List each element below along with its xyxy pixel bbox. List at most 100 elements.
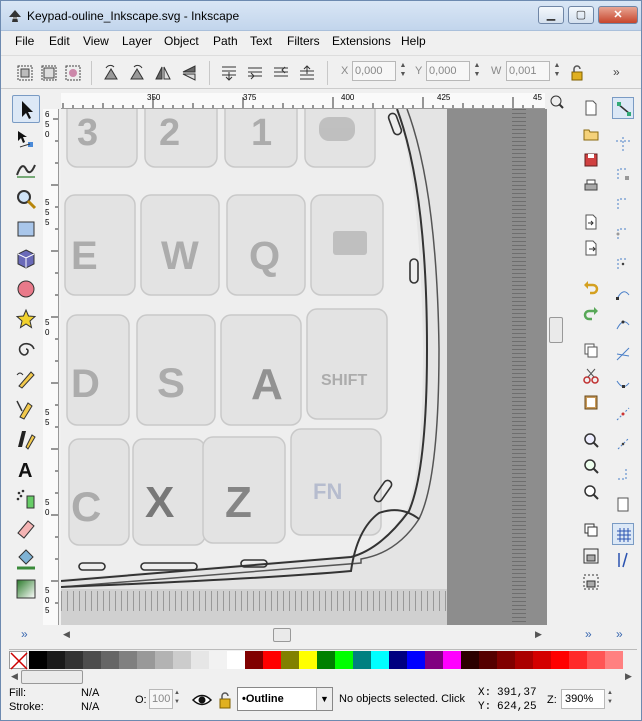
minimize-button[interactable]: ▁ [538,6,564,24]
x-coordinate-spinner[interactable]: ▲ ▼ [397,61,409,81]
drawing-canvas[interactable]: 3 2 1 E W Q D S A SHIFT C X Z FN [61,109,547,625]
menu-path[interactable]: Path [213,34,238,48]
menu-text[interactable]: Text [250,34,272,48]
color-swatch[interactable] [47,651,65,669]
color-swatch[interactable] [209,651,227,669]
color-swatch[interactable] [281,651,299,669]
menu-edit[interactable]: Edit [49,34,70,48]
toggle-visibility-button[interactable] [191,689,213,711]
color-swatch[interactable] [461,651,479,669]
scroll-left-arrow[interactable]: ◀ [63,629,70,640]
color-swatch[interactable] [155,651,173,669]
copy-button[interactable] [580,339,602,361]
duplicate-button[interactable] [580,519,602,541]
fill-value[interactable]: N/A [81,687,99,699]
star-tool[interactable] [12,305,40,333]
pen-tool[interactable] [12,395,40,423]
snap-overflow-button[interactable]: » [616,627,623,641]
snap-bbox-center-button[interactable] [612,253,634,275]
color-swatch[interactable] [425,651,443,669]
stroke-value[interactable]: N/A [81,701,99,713]
horizontal-scroll-thumb[interactable] [273,628,291,642]
spray-tool[interactable] [12,485,40,513]
title-bar[interactable]: Keypad-ouline_Inkscape.svg - Inkscape ▁ … [1,1,641,31]
color-swatch[interactable] [515,651,533,669]
snap-bbox-edge-button[interactable] [612,163,634,185]
snap-intersection-button[interactable] [612,343,634,365]
zoom-page-button[interactable] [580,481,602,503]
calligraphy-tool[interactable] [12,425,40,453]
vertical-scrollbar[interactable] [548,111,564,625]
redo-button[interactable] [580,301,602,323]
color-swatch[interactable] [83,651,101,669]
flip-horizontal-button[interactable] [153,63,173,83]
color-swatch[interactable] [299,651,317,669]
snap-bbox-button[interactable] [612,133,634,155]
zoom-tool[interactable] [12,185,40,213]
color-swatch[interactable] [479,651,497,669]
new-document-button[interactable] [580,97,602,119]
lower-button[interactable] [245,63,265,83]
snap-bbox-corner-button[interactable] [612,193,634,215]
flip-vertical-button[interactable] [179,63,199,83]
snap-midpoints-button[interactable] [612,403,634,425]
rotate-ccw-button[interactable] [101,63,121,83]
toolbox-overflow-button[interactable]: » [21,627,28,641]
ellipse-tool[interactable] [12,275,40,303]
palette-scroll-left[interactable]: ◀ [11,671,18,682]
layer-selector[interactable]: •Outline ▼ [237,687,333,711]
zoom-selection-button[interactable] [580,429,602,451]
tweak-tool[interactable] [12,155,40,183]
y-coordinate-input[interactable]: 0,000 [426,61,470,81]
print-button[interactable] [580,175,602,197]
color-swatch[interactable] [137,651,155,669]
export-button[interactable] [580,237,602,259]
selector-tool[interactable] [12,95,40,123]
opacity-input[interactable]: 100 [149,689,173,709]
paint-bucket-tool[interactable] [12,545,40,573]
zoom-input[interactable]: 390% [561,689,605,709]
color-swatch[interactable] [443,651,461,669]
opacity-spinner[interactable]: ▲ ▼ [174,689,184,709]
vertical-scroll-thumb[interactable] [549,317,563,343]
x-coordinate-input[interactable]: 0,000 [352,61,396,81]
palette-scrollbar[interactable]: ◀ ▶ [9,669,637,685]
menu-view[interactable]: View [83,34,109,48]
snap-nodes-button[interactable] [612,283,634,305]
width-spinner[interactable]: ▲ ▼ [551,61,563,81]
import-button[interactable] [580,211,602,233]
eraser-tool[interactable] [12,515,40,543]
color-swatch[interactable] [551,651,569,669]
lower-to-bottom-button[interactable] [219,63,239,83]
ungroup-button[interactable] [580,571,602,593]
color-swatch[interactable] [119,651,137,669]
color-swatch[interactable] [263,651,281,669]
snap-smooth-nodes-button[interactable] [612,373,634,395]
menu-extensions[interactable]: Extensions [332,34,391,48]
palette-scroll-thumb[interactable] [21,670,83,684]
text-tool[interactable]: A [12,455,40,483]
color-swatch[interactable] [245,651,263,669]
scroll-right-arrow[interactable]: ▶ [535,629,542,640]
menu-file[interactable]: File [15,34,34,48]
commands-overflow-button[interactable]: » [585,627,592,641]
color-swatch[interactable] [29,651,47,669]
snap-bbox-midpoint-button[interactable] [612,223,634,245]
paste-button[interactable] [580,391,602,413]
color-swatch[interactable] [191,651,209,669]
snap-toggle-button[interactable] [612,97,634,119]
color-swatch[interactable] [587,651,605,669]
close-button[interactable]: ✕ [598,6,638,24]
color-swatch[interactable] [227,651,245,669]
spiral-tool[interactable] [12,335,40,363]
undo-button[interactable] [580,275,602,297]
color-swatch[interactable] [353,651,371,669]
rotate-cw-button[interactable] [127,63,147,83]
toggle-lock-button[interactable] [215,689,235,711]
pencil-tool[interactable] [12,365,40,393]
zoom-spinner[interactable]: ▲ ▼ [607,689,617,709]
cut-button[interactable] [580,365,602,387]
save-button[interactable] [580,149,602,171]
select-all-button[interactable] [15,63,35,83]
color-swatch[interactable] [389,651,407,669]
